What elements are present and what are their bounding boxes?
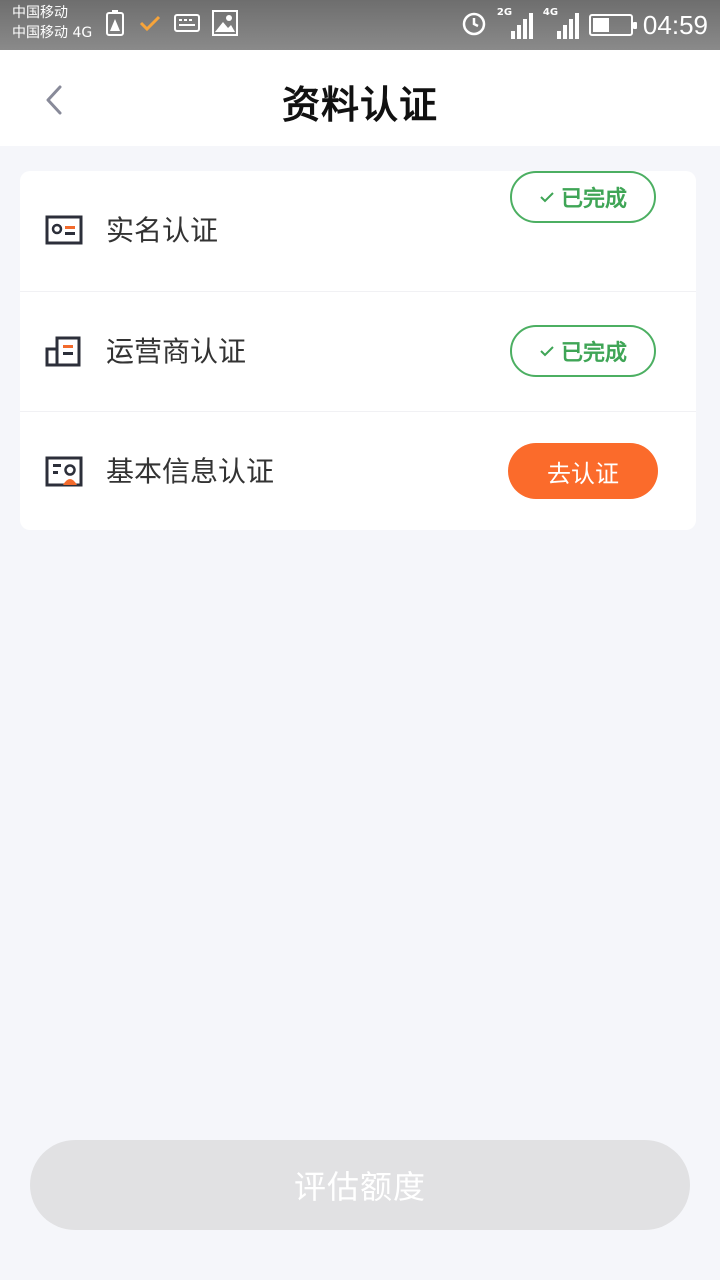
list-item-operator[interactable]: 运营商认证 已完成	[20, 291, 696, 411]
operator-icon	[44, 335, 84, 369]
keyboard-icon	[174, 14, 200, 36]
network-type-label: 2G	[496, 7, 513, 18]
profile-card-icon	[44, 455, 84, 489]
check-icon	[138, 13, 162, 37]
notification-icons	[104, 10, 238, 40]
signal-icon: 2G	[496, 7, 533, 41]
network-type-label: 4G	[542, 7, 559, 18]
signal-icon: 4G	[542, 7, 579, 41]
status-text: 已完成	[560, 187, 627, 212]
status-badge: 已完成	[510, 325, 656, 377]
check-icon	[540, 192, 554, 203]
alarm-icon	[461, 10, 487, 40]
battery-icon	[588, 14, 637, 36]
list-item-label: 基本信息认证	[106, 455, 275, 488]
carrier-line1: 中国移动	[12, 5, 68, 21]
carrier-info: 中国移动 中国移动 4G	[12, 3, 92, 43]
status-badge: 已完成	[510, 171, 656, 223]
go-verify-button[interactable]: 去认证	[508, 443, 658, 499]
status-text: 已完成	[560, 341, 627, 366]
list-item-label: 运营商认证	[106, 335, 247, 368]
page-title: 资料认证	[281, 83, 438, 127]
status-bar: 中国移动 中国移动 4G 2G 4G 04:59	[0, 0, 720, 50]
battery-level	[592, 18, 609, 32]
certification-list: 实名认证 已完成 运营商认证 已完成 基本信息认证 去认证	[20, 171, 696, 530]
page: 中国移动 中国移动 4G 2G 4G 04:59 资料认证 实名认证 已完成 运…	[0, 0, 720, 1280]
image-icon	[212, 10, 238, 40]
clock: 04:59	[642, 9, 708, 40]
carrier-line2: 中国移动 4G	[12, 25, 93, 41]
nav-bar: 资料认证	[0, 50, 720, 146]
list-item-basic-info[interactable]: 基本信息认证 去认证	[20, 411, 696, 530]
evaluate-quota-button[interactable]: 评估额度	[30, 1140, 690, 1230]
id-card-icon	[44, 214, 84, 248]
check-icon	[540, 346, 554, 357]
battery-warning-icon	[104, 9, 126, 41]
system-icons: 2G 4G 04:59	[461, 6, 708, 44]
list-item-real-name[interactable]: 实名认证 已完成	[20, 171, 696, 291]
list-item-label: 实名认证	[106, 214, 219, 247]
